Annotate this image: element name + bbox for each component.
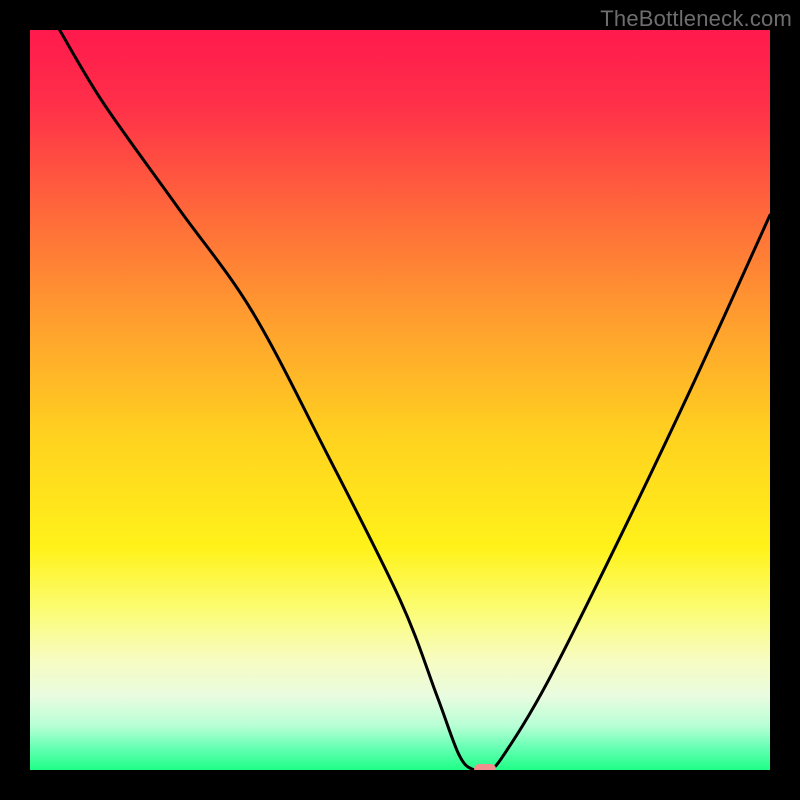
optimum-marker	[474, 764, 496, 770]
chart-svg	[30, 30, 770, 770]
chart-frame: TheBottleneck.com	[0, 0, 800, 800]
gradient-background	[30, 30, 770, 770]
plot-area	[30, 30, 770, 770]
watermark-text: TheBottleneck.com	[600, 6, 792, 32]
